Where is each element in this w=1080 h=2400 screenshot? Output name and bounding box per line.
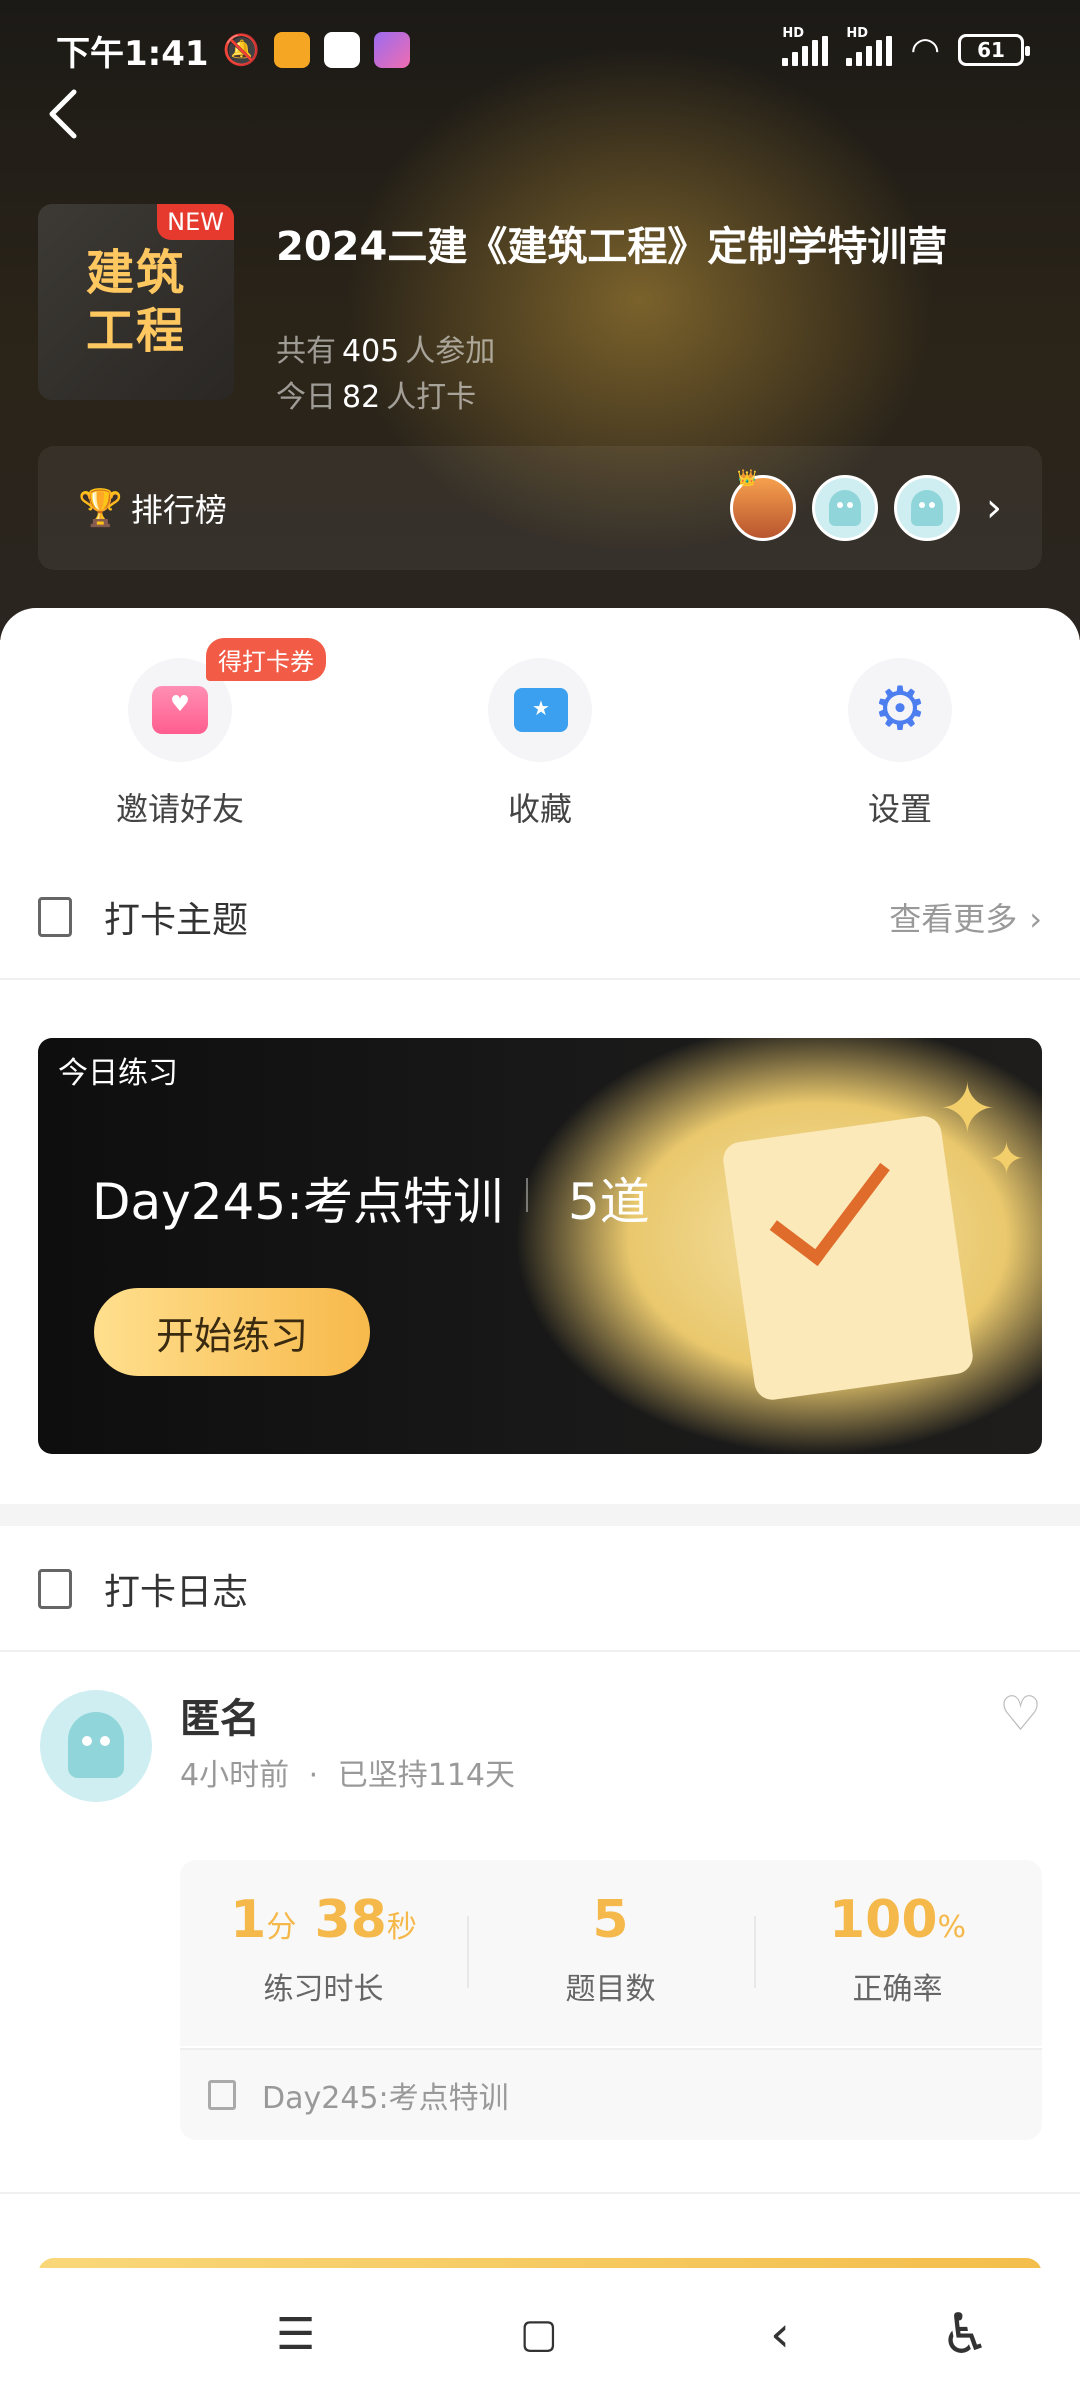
app-notification-icon	[323, 32, 360, 68]
log-meta: 4小时前 · 已坚持114天	[180, 1758, 515, 1793]
app-notification-icon	[273, 32, 310, 68]
chevron-right-icon: ›	[1029, 900, 1042, 938]
avatar	[40, 1690, 152, 1802]
start-practice-button[interactable]: 开始练习	[94, 1288, 370, 1376]
stats-card: 1分 38秒 练习时长 5 题目数 100% 正确率	[180, 1860, 1042, 2046]
avatar	[812, 475, 878, 541]
back-button[interactable]	[44, 84, 104, 144]
ranking-avatars: 👑	[730, 468, 960, 541]
content-sheet: 邀请好友 得打卡券 收藏 ⚙ 设置 打卡主题 查看更多› ✦ ✦ 今日练习 Da…	[0, 608, 1080, 2400]
signal-icon: HD	[846, 26, 893, 66]
wifi-icon: ◠	[910, 30, 940, 70]
menu-icon[interactable]: ☰	[276, 2309, 315, 2360]
participants-count: 共有 405 人参加	[276, 334, 496, 369]
envelope-icon	[152, 686, 208, 734]
practice-title: Day245:考点特训	[92, 1173, 504, 1231]
log-topic[interactable]: Day245:考点特训	[180, 2048, 1042, 2140]
chevron-left-icon	[49, 89, 77, 139]
app-notification-icon	[373, 32, 410, 68]
list-icon	[38, 1569, 72, 1609]
status-bar: 下午1:41 🔕 HD HD ◠ 61	[56, 22, 1030, 78]
mute-icon: 🔕	[222, 32, 260, 68]
avatar: 👑	[730, 468, 796, 541]
battery-icon: 61	[958, 34, 1030, 66]
favorites-button[interactable]: 收藏	[430, 658, 650, 830]
coupon-badge: 得打卡券	[206, 638, 326, 681]
course-cover: 建筑 工程 NEW	[38, 204, 234, 400]
new-badge: NEW	[157, 204, 234, 240]
trophy-icon: 🏆	[78, 488, 123, 529]
chevron-right-icon: ›	[986, 485, 1002, 531]
checkin-count: 今日 82 人打卡	[276, 380, 477, 415]
avatar	[894, 475, 960, 541]
status-time: 下午1:41	[56, 33, 209, 74]
quick-actions: 邀请好友 得打卡券 收藏 ⚙ 设置	[0, 608, 1080, 838]
system-nav-bar: ☰ ▢ ‹ ♿	[0, 2268, 1080, 2400]
accessibility-icon[interactable]: ♿	[940, 2302, 990, 2367]
ranking-label: 排行榜	[130, 491, 227, 529]
see-more-link[interactable]: 查看更多 ›	[877, 894, 1042, 940]
user-name: 匿名	[180, 1696, 260, 1742]
duration-stat: 1分 38秒 练习时长	[230, 1890, 417, 2007]
today-tag: 今日练习	[58, 1056, 178, 1091]
question-stat: 5 题目数	[565, 1890, 656, 2007]
signal-icon: HD	[782, 26, 829, 66]
bookmark-icon	[38, 897, 72, 937]
folder-star-icon	[514, 688, 568, 732]
gear-icon: ⚙	[873, 674, 927, 744]
home-icon[interactable]: ▢	[520, 2311, 558, 2357]
topics-header: 打卡主题 查看更多 ›	[0, 856, 1080, 980]
back-icon[interactable]: ‹	[770, 2305, 790, 2363]
accuracy-stat: 100% 正确率	[828, 1890, 967, 2007]
invite-friends-button[interactable]: 邀请好友	[70, 658, 290, 830]
crown-icon: 👑	[737, 468, 757, 487]
sparkle-icon: ✦	[988, 1134, 1025, 1185]
log-header: 打卡日志	[0, 1528, 1080, 1652]
section-title: 打卡日志	[104, 1572, 249, 1613]
practice-card[interactable]: ✦ ✦ 今日练习 Day245:考点特训 5道 开始练习	[38, 1038, 1042, 1454]
document-illustration	[720, 1113, 976, 1403]
question-count: 5道	[568, 1173, 650, 1231]
like-heart-icon[interactable]: ♡	[999, 1686, 1042, 1742]
ranking-bar[interactable]: 🏆 排行榜 👑 ›	[38, 446, 1042, 570]
section-title: 打卡主题	[104, 900, 249, 941]
course-header: 下午1:41 🔕 HD HD ◠ 61 建筑 工程 NEW 2024二建《建筑工…	[0, 0, 1080, 640]
bookmark-icon	[208, 2080, 236, 2110]
course-title: 2024二建《建筑工程》定制学特训营	[276, 224, 948, 270]
settings-button[interactable]: ⚙ 设置	[790, 658, 1010, 830]
